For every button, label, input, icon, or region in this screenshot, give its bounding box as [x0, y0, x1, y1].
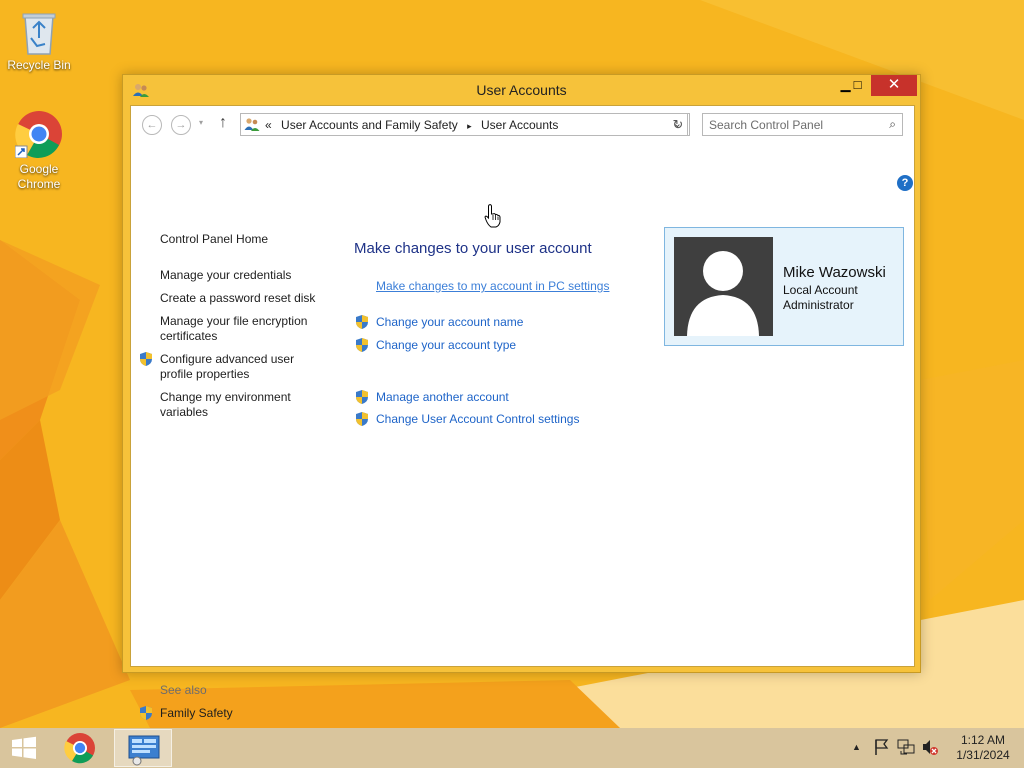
task-link-manage-another-account[interactable]: Manage another account	[376, 390, 509, 404]
sidebar-item-password-reset-disk[interactable]: Create a password reset disk	[160, 291, 325, 306]
user-accounts-icon	[244, 117, 260, 132]
taskbar-clock[interactable]: 1:12 AM 1/31/2024	[950, 733, 1016, 763]
control-panel-icon	[128, 735, 160, 766]
windows-logo-icon	[12, 736, 36, 759]
network-icon[interactable]	[897, 738, 915, 759]
account-name: Mike Wazowski	[783, 264, 886, 281]
uac-shield-icon	[354, 314, 370, 330]
account-role: Administrator	[783, 298, 854, 312]
avatar[interactable]	[674, 237, 773, 336]
recycle-bin-icon	[15, 6, 63, 55]
sidebar-item-manage-credentials[interactable]: Manage your credentials	[160, 268, 325, 283]
sidebar-item-family-safety[interactable]: Family Safety	[160, 706, 325, 721]
task-link-pc-settings[interactable]: Make changes to my account in PC setting…	[376, 279, 609, 293]
page-title: Make changes to your user account	[354, 240, 592, 257]
close-button[interactable]: ✕	[871, 75, 917, 96]
google-chrome-desktop-icon[interactable]: Google Chrome	[1, 110, 77, 192]
up-button[interactable]: ↑	[219, 114, 227, 132]
forward-button[interactable]: →	[171, 115, 191, 135]
taskbar: ▲ 1:12 AM 1/31/2024	[0, 728, 1024, 768]
sidebar-item-file-encryption-certificates[interactable]: Manage your file encryption certificates	[160, 314, 320, 344]
sidebar-item-control-panel-home[interactable]: Control Panel Home	[160, 232, 325, 247]
breadcrumb-separator[interactable]: ▸	[467, 121, 472, 131]
uac-shield-icon	[354, 337, 370, 353]
volume-muted-icon[interactable]	[921, 738, 939, 759]
help-button[interactable]: ?	[897, 175, 913, 191]
clock-time: 1:12 AM	[960, 733, 1006, 747]
hand-pointer-cursor-icon	[484, 204, 502, 228]
search-input[interactable]	[709, 115, 879, 135]
show-hidden-icons-button[interactable]: ▲	[852, 742, 861, 752]
breadcrumb: « User Accounts and Family Safety ▸ User…	[265, 118, 564, 132]
start-button[interactable]	[9, 736, 39, 760]
breadcrumb-item-user-accounts[interactable]: User Accounts	[481, 118, 558, 132]
account-type: Local Account	[783, 283, 858, 297]
navigation-bar: ← → ▾ ↑ « User Accounts and Family Safet…	[131, 106, 914, 142]
sidebar-item-advanced-user-profile-properties[interactable]: Configure advanced user profile properti…	[160, 352, 310, 382]
search-box[interactable]: ⌕	[702, 113, 903, 136]
action-center-flag-icon[interactable]	[873, 738, 889, 759]
desktop-icon-label: Google Chrome	[17, 162, 61, 191]
breadcrumb-overflow[interactable]: «	[265, 118, 272, 132]
task-link-uac-settings[interactable]: Change User Account Control settings	[376, 412, 579, 426]
clock-date: 1/31/2024	[956, 748, 1010, 762]
uac-shield-icon	[354, 411, 370, 427]
window-title: User Accounts	[476, 82, 567, 98]
task-link-change-account-name[interactable]: Change your account name	[376, 315, 523, 329]
address-bar[interactable]: « User Accounts and Family Safety ▸ User…	[240, 113, 688, 136]
recent-locations-dropdown[interactable]: ▾	[199, 118, 203, 127]
sidebar-item-environment-variables[interactable]: Change my environment variables	[160, 390, 305, 420]
user-accounts-window: User Accounts ▁ □ ✕ ← → ▾ ↑ « User Accou…	[122, 74, 921, 720]
recycle-bin-desktop-icon[interactable]: Recycle Bin	[1, 6, 77, 73]
uac-shield-icon	[138, 351, 154, 367]
account-card: Mike Wazowski Local Account Administrato…	[664, 227, 904, 346]
see-also-heading: See also	[160, 683, 207, 697]
search-icon[interactable]: ⌕	[889, 117, 896, 132]
task-link-change-account-type[interactable]: Change your account type	[376, 338, 516, 352]
taskbar-chrome-button[interactable]	[63, 732, 97, 764]
window-client-area: ← → ▾ ↑ « User Accounts and Family Safet…	[130, 105, 915, 720]
maximize-button[interactable]: □	[844, 75, 871, 96]
uac-shield-icon	[354, 389, 370, 405]
chrome-icon	[14, 110, 63, 159]
breadcrumb-item-user-accounts-and-family-safety[interactable]: User Accounts and Family Safety	[281, 118, 458, 132]
back-button[interactable]: ←	[142, 115, 162, 135]
title-bar[interactable]: User Accounts ▁ □ ✕	[123, 75, 920, 105]
taskbar-control-panel-button[interactable]	[114, 729, 172, 767]
uac-shield-icon	[138, 705, 154, 721]
desktop-icon-label: Recycle Bin	[7, 58, 71, 72]
chrome-icon	[64, 733, 95, 764]
refresh-button[interactable]: ↻	[667, 113, 690, 136]
